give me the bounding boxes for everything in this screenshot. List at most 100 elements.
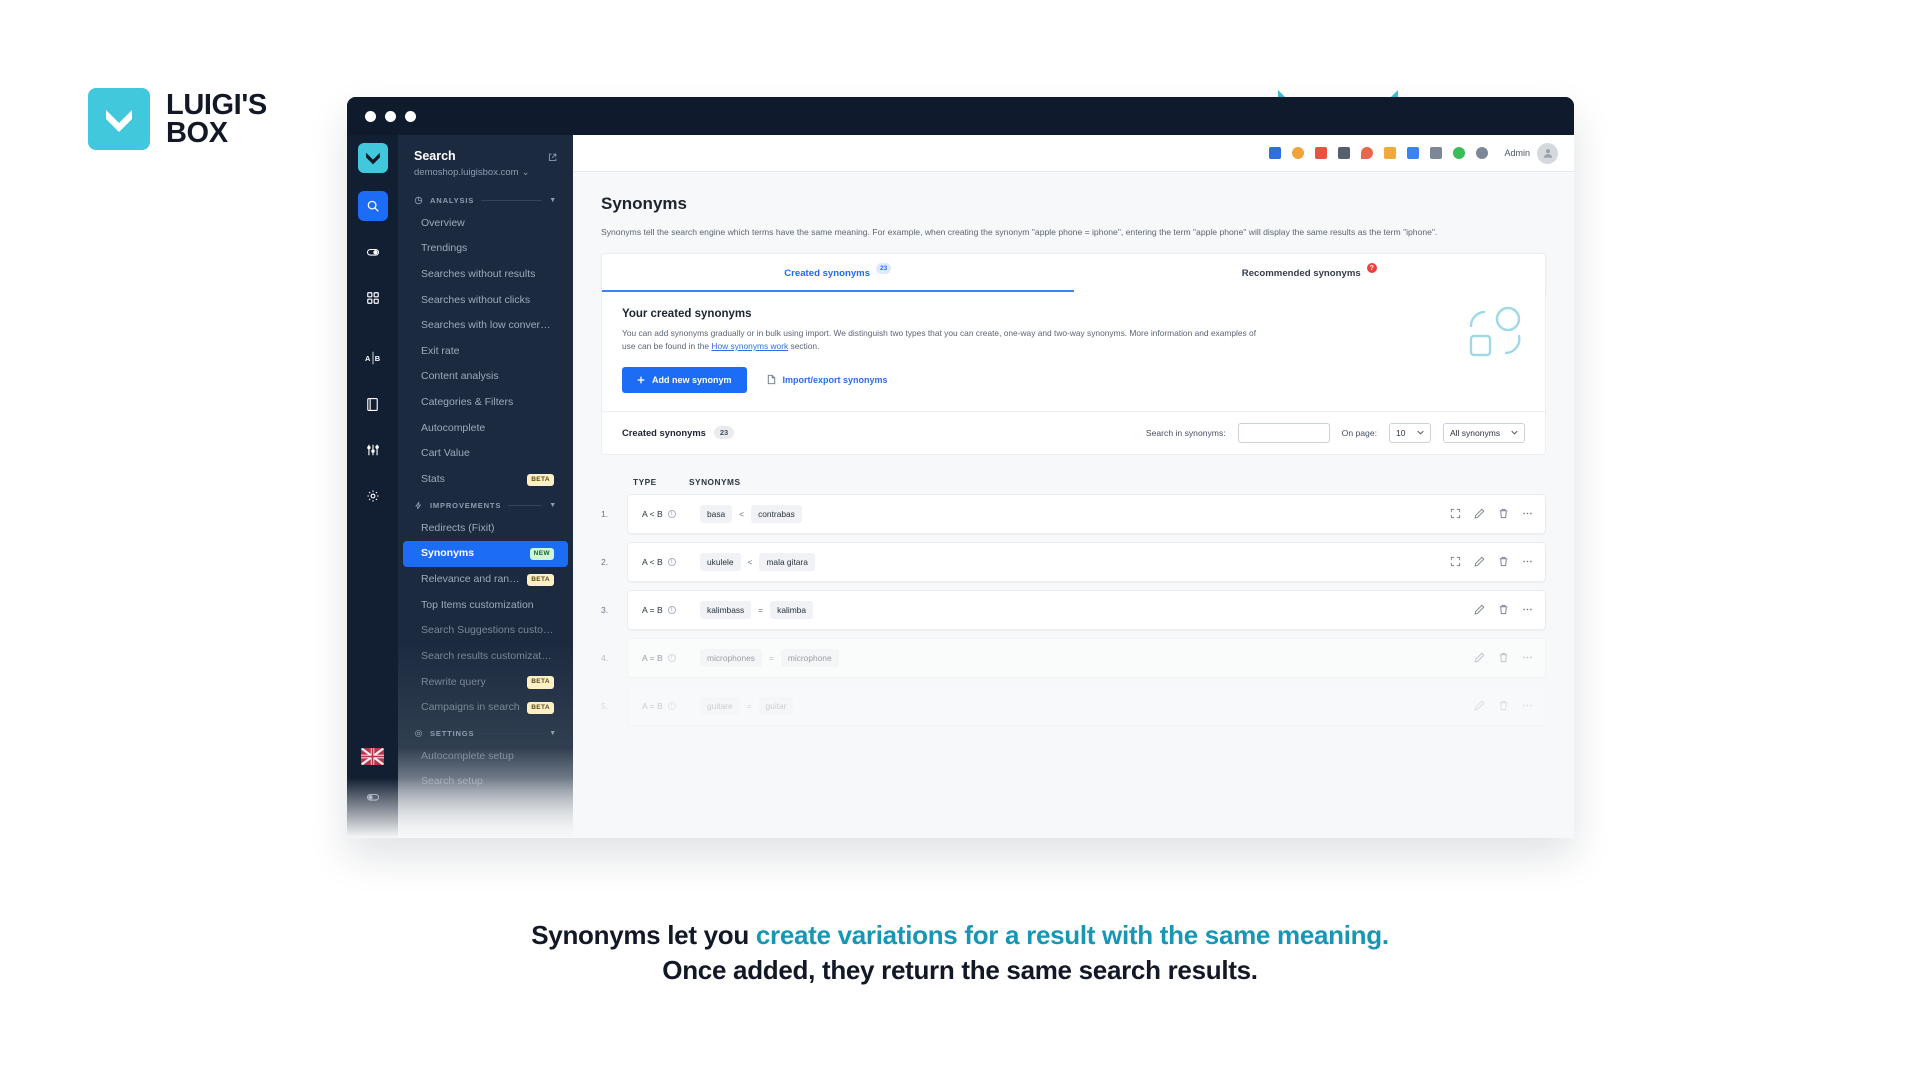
expand-icon[interactable] — [1450, 556, 1461, 567]
more-icon[interactable] — [1522, 652, 1533, 663]
more-icon[interactable] — [1522, 556, 1533, 567]
sidebar-item-searches-without-results[interactable]: Searches without results — [403, 262, 568, 288]
grid-icon — [366, 292, 379, 304]
synonym-filter-value: All synonyms — [1450, 427, 1501, 438]
search-input[interactable] — [1237, 422, 1330, 443]
sidebar-item-search-suggestions-customization[interactable]: Search Suggestions customiza... — [403, 618, 568, 644]
sidebar-item-search-results-customization[interactable]: Search results customization — [403, 644, 568, 670]
synonym-filter-select[interactable]: All synonyms — [1443, 422, 1525, 443]
tab-created-synonyms[interactable]: Created synonyms 23 — [602, 254, 1074, 293]
how-synonyms-work-link[interactable]: How synonyms work — [711, 341, 788, 351]
sidebar-item-campaigns-in-search[interactable]: Campaigns in search BETA — [403, 695, 568, 721]
sidebar-item-redirects[interactable]: Redirects (Fixit) — [403, 516, 568, 542]
edit-icon[interactable] — [1474, 700, 1485, 711]
rail-toggle[interactable] — [358, 237, 388, 267]
rail-bottom-toggle[interactable] — [358, 782, 388, 812]
info-icon[interactable]: i — [667, 701, 676, 710]
sidebar-item-categories-filters[interactable]: Categories & Filters — [403, 390, 568, 416]
sidebar-item-search-setup[interactable]: Search setup — [403, 769, 568, 795]
more-icon[interactable] — [1522, 508, 1533, 519]
synonym-row[interactable]: A = B i guitare = guitar — [627, 685, 1546, 726]
synonym-row[interactable]: A = B i kalimbass = kalimba — [627, 589, 1546, 630]
rail-settings[interactable] — [358, 481, 388, 511]
expand-icon[interactable] — [1450, 508, 1461, 519]
mobile-icon[interactable] — [1430, 147, 1443, 159]
luigis-box-chevron-icon — [365, 152, 380, 165]
sidebar-item-autocomplete[interactable]: Autocomplete — [403, 416, 568, 442]
avatar[interactable] — [1537, 142, 1558, 164]
info-icon[interactable]: i — [667, 509, 676, 518]
trash-icon[interactable] — [1498, 556, 1509, 567]
search-icon[interactable] — [1338, 147, 1351, 159]
row-term-left: basa — [700, 504, 733, 523]
rail-sliders[interactable] — [358, 435, 388, 465]
nav-group-analysis: ANALYSIS ▼ — [398, 188, 573, 211]
trash-icon[interactable] — [1498, 604, 1509, 615]
briefcase-icon[interactable] — [1269, 147, 1282, 159]
chevron-down-icon — [106, 110, 132, 132]
window-minimize-button[interactable] — [385, 110, 396, 122]
rail-book[interactable] — [358, 389, 388, 419]
sidebar-item-exit-rate[interactable]: Exit rate — [403, 339, 568, 365]
sidebar-item-overview[interactable]: Overview — [403, 211, 568, 237]
sidebar-item-searches-low-conversions[interactable]: Searches with low conversions — [403, 313, 568, 339]
synonym-row[interactable]: A < B i ukulele < mala gitara — [627, 541, 1546, 582]
gear-icon[interactable] — [1476, 147, 1489, 159]
sidebar-item-rewrite-query[interactable]: Rewrite query BETA — [403, 670, 568, 696]
window-maximize-button[interactable] — [405, 110, 416, 122]
tab-recommended-synonyms[interactable]: Recommended synonyms ? — [1074, 254, 1546, 292]
sidebar-item-stats[interactable]: Stats BETA — [403, 467, 568, 493]
on-page-select[interactable]: 10 — [1389, 422, 1431, 443]
sidebar-item-content-analysis[interactable]: Content analysis — [403, 364, 568, 390]
topbar-user-label: Admin — [1504, 148, 1530, 158]
row-type-label: A = B — [642, 652, 663, 663]
sidebar-item-top-items-customization[interactable]: Top Items customization — [403, 593, 568, 619]
rail-grid[interactable] — [358, 283, 388, 313]
rail-language-flag[interactable] — [361, 748, 384, 765]
edit-icon[interactable] — [1474, 652, 1485, 663]
import-export-synonyms-button[interactable]: Import/export synonyms — [767, 374, 888, 385]
edit-icon[interactable] — [1474, 556, 1485, 567]
more-icon[interactable] — [1522, 700, 1533, 711]
icon-rail: A B — [347, 135, 398, 838]
more-icon[interactable] — [1522, 604, 1533, 615]
synonym-row[interactable]: A < B i basa < contrabas — [627, 493, 1546, 534]
chevron-down-icon[interactable]: ▼ — [549, 730, 557, 737]
flame-icon[interactable] — [1361, 147, 1374, 159]
row-index: 2. — [601, 556, 609, 567]
rail-ab-test[interactable]: A B — [358, 343, 388, 373]
sidebar-item-synonyms[interactable]: Synonyms NEW — [403, 541, 568, 567]
sidebar-item-cart-value[interactable]: Cart Value — [403, 441, 568, 467]
nav-project-domain[interactable]: demoshop.luigisbox.com ⌄ — [414, 167, 530, 178]
row-type-label: A = B — [642, 700, 663, 711]
sidebar-item-autocomplete-setup[interactable]: Autocomplete setup — [403, 744, 568, 770]
synonym-row[interactable]: A = B i microphones = microphone — [627, 637, 1546, 678]
user-icon[interactable] — [1292, 147, 1305, 159]
topbar-user[interactable]: Admin — [1504, 142, 1558, 164]
trash-icon[interactable] — [1498, 700, 1509, 711]
add-new-synonym-button[interactable]: Add new synonym — [622, 366, 747, 393]
edit-icon[interactable] — [1474, 508, 1485, 519]
chart-icon[interactable] — [1315, 147, 1328, 159]
filter-bar-title-label: Created synonyms — [622, 427, 706, 439]
circle-icon[interactable] — [1453, 147, 1466, 159]
chevron-down-icon[interactable]: ▼ — [549, 502, 557, 509]
edit-icon[interactable] — [1474, 604, 1485, 615]
info-icon[interactable]: i — [667, 557, 676, 566]
sidebar-item-relevance-ranking[interactable]: Relevance and ranking BETA — [403, 567, 568, 593]
rail-search[interactable] — [357, 191, 388, 221]
chevron-down-icon[interactable]: ▼ — [549, 197, 557, 204]
list-icon[interactable] — [1384, 147, 1397, 159]
external-link-icon[interactable] — [548, 149, 557, 167]
sidebar-item-searches-without-clicks[interactable]: Searches without clicks — [403, 288, 568, 314]
sidebar-item-trendings[interactable]: Trendings — [403, 236, 568, 262]
row-index: 5. — [601, 700, 609, 711]
trash-icon[interactable] — [1498, 652, 1509, 663]
rail-logo[interactable] — [357, 143, 388, 173]
window-icon[interactable] — [1407, 147, 1420, 159]
info-icon[interactable]: i — [667, 605, 676, 614]
info-icon[interactable]: i — [667, 653, 676, 662]
window-close-button[interactable] — [365, 110, 376, 122]
sidebar-item-label: Campaigns in search — [421, 701, 520, 714]
trash-icon[interactable] — [1498, 508, 1509, 519]
